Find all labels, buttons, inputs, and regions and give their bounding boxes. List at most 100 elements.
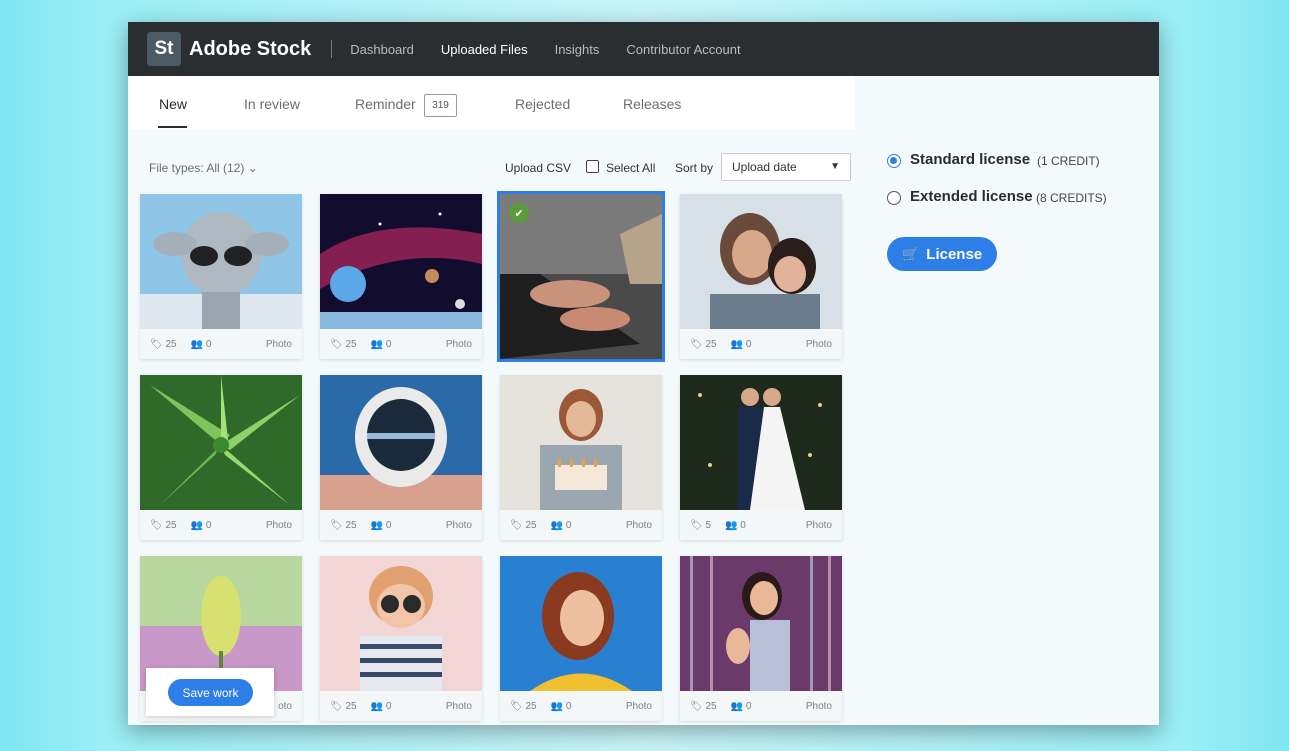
- people-count: 👥 0: [550, 519, 572, 531]
- extended-license-radio[interactable]: [887, 191, 901, 205]
- file-type: Photo: [445, 700, 472, 712]
- people-count: 👥 0: [370, 519, 392, 531]
- keywords-count: 🏷 25: [330, 519, 357, 531]
- reminder-count-badge: 319: [424, 94, 457, 117]
- file-type: Photo: [265, 519, 292, 531]
- file-card-meta: 🏷 25 👥 0 Photo: [140, 329, 302, 359]
- nav-contributor-account[interactable]: Contributor Account: [626, 42, 740, 57]
- file-card-meta: 🏷 25 👥 0 Photo: [680, 691, 842, 721]
- nav-dashboard[interactable]: Dashboard: [350, 42, 414, 57]
- file-type: Photo: [805, 338, 832, 350]
- standard-license-radio[interactable]: [887, 154, 901, 168]
- file-card-meta: 🏷 25 👥 0 Photo: [140, 510, 302, 540]
- nav-uploaded-files[interactable]: Uploaded Files: [441, 42, 528, 57]
- file-types-filter[interactable]: File types: All (12) ⌄: [149, 161, 258, 175]
- file-type: Photo: [625, 519, 652, 531]
- save-work-button[interactable]: Save work: [168, 679, 253, 706]
- file-card[interactable]: 🏷 25 👥 0 Photo: [680, 194, 842, 359]
- people-count: 👥 0: [550, 700, 572, 712]
- file-card[interactable]: 🏷 25 👥 0 Photo: [320, 375, 482, 540]
- chevron-down-icon: ▼: [830, 161, 840, 172]
- people-count: 👥 0: [370, 338, 392, 350]
- file-card-meta: 🏷 25 👥 0 Photo: [500, 691, 662, 721]
- tab-releases[interactable]: Releases: [623, 96, 681, 112]
- file-card[interactable]: 🏷 25 👥 0 Photo: [320, 194, 482, 359]
- people-count: 👥 0: [730, 338, 752, 350]
- file-card-meta: 🏷 25 👥 0 Photo: [320, 329, 482, 359]
- check-icon: ✔: [509, 203, 529, 223]
- file-card[interactable]: 🏷 25 👥 0 Photo: [320, 556, 482, 721]
- file-type: Photo: [805, 519, 832, 531]
- file-card[interactable]: 🏷 25 👥 0 Photo: [680, 556, 842, 721]
- alien-photo-icon: [140, 194, 302, 329]
- birthday-cake-photo-icon: [500, 375, 662, 510]
- uploaded-files-grid: 🏷 25 👥 0 Photo 🏷 25 👥 0 Photo ✔ 🏷 25 👥 0…: [140, 191, 850, 725]
- sort-select[interactable]: Upload date ▼: [721, 153, 851, 181]
- file-card-meta: 🏷 25 👥 0 Photo: [320, 691, 482, 721]
- chevron-down-icon: ⌄: [247, 161, 258, 175]
- adobe-stock-logo: St: [147, 32, 181, 66]
- file-type: Photo: [805, 700, 832, 712]
- tab-reminder[interactable]: Reminder: [355, 96, 416, 112]
- file-card[interactable]: 🏷 25 👥 0 Photo: [500, 556, 662, 721]
- people-count: 👥 0: [190, 338, 212, 350]
- file-card-meta: 🏷 5 👥 0 Photo: [680, 510, 842, 540]
- tab-new[interactable]: New: [159, 96, 187, 112]
- file-card[interactable]: 🏷 5 👥 0 Photo: [680, 375, 842, 540]
- tab-rejected[interactable]: Rejected: [515, 96, 570, 112]
- active-tab-indicator: [158, 126, 187, 128]
- keywords-count: 🏷 25: [150, 338, 177, 350]
- file-card-meta: 🏷 25 👥 0 Photo: [320, 510, 482, 540]
- file-type: Photo: [445, 519, 472, 531]
- license-panel: Standard license (1 CREDIT) Extended lic…: [885, 142, 1155, 342]
- keywords-count: 🏷 5: [690, 519, 712, 531]
- people-count: 👥 0: [725, 519, 746, 531]
- dancing-woman-photo-icon: [680, 556, 842, 691]
- status-tabs: New In review Reminder 319 Rejected Rele…: [128, 76, 855, 130]
- keywords-count: 🏷 25: [330, 700, 357, 712]
- upload-csv-button[interactable]: Upload CSV: [505, 161, 571, 175]
- extended-license-label[interactable]: Extended license: [910, 188, 1033, 205]
- file-card[interactable]: 🏷 25 👥 0 Photo: [140, 194, 302, 359]
- top-navigation-bar: St Adobe Stock Dashboard Uploaded Files …: [128, 22, 1159, 76]
- license-button-label: License: [926, 245, 983, 263]
- file-type: Photo: [625, 700, 652, 712]
- people-count: 👥 0: [190, 519, 212, 531]
- laughing-women-photo-icon: [680, 194, 842, 329]
- file-type: oto: [278, 700, 292, 712]
- nav-divider: [331, 40, 333, 58]
- child-sunglasses-photo-icon: [320, 556, 482, 691]
- tab-in-review[interactable]: In review: [244, 96, 300, 112]
- file-card[interactable]: 🏷 25 👥 0 Photo: [140, 375, 302, 540]
- keywords-count: 🏷 25: [690, 338, 717, 350]
- astronaut-photo-icon: [320, 375, 482, 510]
- people-count: 👥 0: [730, 700, 752, 712]
- file-card-selected[interactable]: ✔: [497, 191, 665, 362]
- green-leaves-photo-icon: [140, 375, 302, 510]
- galaxy-photo-icon: [320, 194, 482, 329]
- main-nav: Dashboard Uploaded Files Insights Contri…: [350, 42, 767, 57]
- keywords-count: 🏷 25: [690, 700, 717, 712]
- cart-icon: 🛒: [901, 245, 920, 262]
- woman-portrait-photo-icon: [500, 556, 662, 691]
- file-type: Photo: [445, 338, 472, 350]
- grid-toolbar: File types: All (12) ⌄ Upload CSV Select…: [128, 148, 855, 182]
- extended-license-credits: (8 CREDITS): [1036, 191, 1107, 205]
- license-button[interactable]: 🛒 License: [887, 237, 997, 271]
- select-all-label[interactable]: Select All: [606, 161, 655, 175]
- file-card[interactable]: 🏷 25 👥 0 Photo: [500, 375, 662, 540]
- standard-license-credits: (1 CREDIT): [1037, 154, 1100, 168]
- nav-insights[interactable]: Insights: [555, 42, 600, 57]
- keywords-count: 🏷 25: [150, 519, 177, 531]
- file-card-meta: 🏷 25 👥 0 Photo: [680, 329, 842, 359]
- people-count: 👥 0: [370, 700, 392, 712]
- wedding-couple-photo-icon: [680, 375, 842, 510]
- select-all-checkbox[interactable]: [586, 160, 599, 173]
- app-window: St Adobe Stock Dashboard Uploaded Files …: [128, 22, 1159, 725]
- brand-name: Adobe Stock: [189, 37, 312, 60]
- keywords-count: 🏷 25: [330, 338, 357, 350]
- file-card-meta: 🏷 25 👥 0 Photo: [500, 510, 662, 540]
- standard-license-label[interactable]: Standard license: [910, 151, 1030, 168]
- sort-by-label: Sort by: [675, 161, 714, 175]
- file-type: Photo: [265, 338, 292, 350]
